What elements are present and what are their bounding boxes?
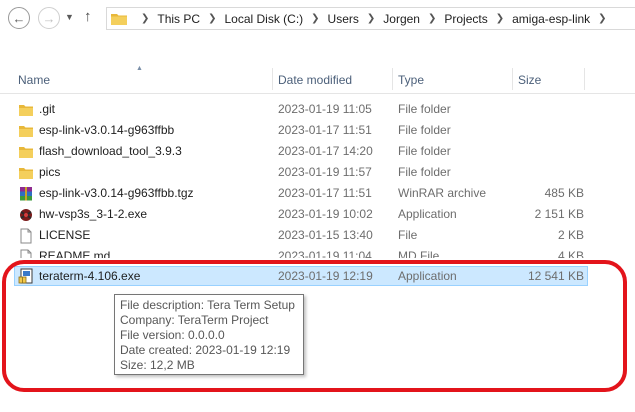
arrow-right-icon: → — [42, 10, 56, 26]
chevron-right-icon[interactable]: ❯ — [141, 13, 149, 24]
file-size: 12 541 KB — [527, 269, 584, 283]
file-date: 2023-01-19 10:02 — [278, 207, 373, 221]
chevron-right-icon[interactable]: ❯ — [208, 13, 216, 24]
breadcrumb[interactable]: ❯ This PC ❯ Local Disk (C:) ❯ Users ❯ Jo… — [106, 7, 635, 30]
file-size: 2 KB — [557, 228, 584, 242]
winrar-archive-icon — [20, 187, 32, 201]
chevron-right-icon[interactable]: ❯ — [428, 13, 436, 24]
file-icon — [20, 228, 32, 244]
file-row-teraterm-selected[interactable]: teraterm-4.106.exe 2023-01-19 12:19 Appl… — [14, 266, 588, 286]
folder-icon — [19, 126, 33, 137]
file-type: File folder — [398, 165, 451, 179]
file-type: MD File — [398, 249, 440, 258]
file-list: .git 2023-01-19 11:05 File folder esp-li… — [0, 99, 635, 286]
folder-icon — [111, 13, 127, 25]
folder-icon — [19, 168, 33, 179]
back-button[interactable]: ← — [8, 7, 30, 29]
file-name: hw-vsp3s_3-1-2.exe — [39, 207, 148, 221]
arrow-up-icon: ↑ — [84, 8, 92, 25]
file-type: Application — [398, 207, 457, 221]
file-date: 2023-01-17 14:20 — [278, 144, 373, 158]
tooltip-file-description: File description: Tera Term Setup — [120, 298, 295, 312]
folder-icon — [19, 105, 33, 116]
arrow-left-icon: ← — [12, 10, 26, 26]
file-date: 2023-01-19 11:05 — [278, 102, 372, 116]
breadcrumb-projects[interactable]: Projects — [444, 12, 487, 26]
chevron-right-icon[interactable]: ❯ — [367, 13, 375, 24]
breadcrumb-users[interactable]: Users — [328, 12, 359, 26]
breadcrumb-local-disk[interactable]: Local Disk (C:) — [224, 12, 303, 26]
file-type: WinRAR archive — [398, 186, 487, 200]
file-row-flash-download-tool[interactable]: flash_download_tool_3.9.3 2023-01-17 14:… — [0, 141, 635, 162]
file-name: pics — [39, 165, 61, 179]
tooltip-date-created: Date created: 2023-01-19 12:19 — [120, 343, 291, 357]
file-type: Application — [398, 269, 457, 283]
chevron-right-icon[interactable]: ❯ — [496, 13, 504, 24]
column-header-type[interactable]: Type — [398, 64, 424, 94]
chevron-right-icon[interactable]: ❯ — [598, 13, 606, 24]
file-row-esp-link-folder[interactable]: esp-link-v3.0.14-g963ffbb 2023-01-17 11:… — [0, 120, 635, 141]
column-divider[interactable] — [392, 68, 393, 90]
file-info-tooltip: File description: Tera Term Setup Compan… — [114, 294, 304, 375]
file-name: .git — [39, 102, 56, 116]
recent-locations-chevron-icon[interactable]: ▼ — [65, 12, 74, 22]
tooltip-file-version: File version: 0.0.0.0 — [120, 328, 225, 342]
address-bar: ← → ▼ ↑ ❯ This PC ❯ Local Disk (C:) ❯ Us… — [0, 0, 635, 38]
file-name: esp-link-v3.0.14-g963ffbb — [39, 123, 175, 137]
file-type: File folder — [398, 144, 451, 158]
column-divider[interactable] — [272, 68, 273, 90]
file-type: File folder — [398, 102, 451, 116]
file-row-esp-link-tgz[interactable]: esp-link-v3.0.14-g963ffbb.tgz 2023-01-17… — [0, 183, 635, 204]
column-divider[interactable] — [512, 68, 513, 90]
installer-icon — [18, 268, 33, 284]
file-date: 2023-01-17 11:51 — [278, 123, 372, 137]
folder-icon — [19, 147, 33, 158]
breadcrumb-this-pc[interactable]: This PC — [157, 12, 200, 26]
file-name: esp-link-v3.0.14-g963ffbb.tgz — [39, 186, 194, 200]
breadcrumb-jorgen[interactable]: Jorgen — [383, 12, 420, 26]
file-type: File folder — [398, 123, 451, 137]
file-date: 2023-01-19 11:57 — [278, 165, 372, 179]
file-row-readme[interactable]: README.md 2023-01-19 11:04 MD File 4 KB — [0, 246, 635, 258]
tooltip-size: Size: 12,2 MB — [120, 358, 195, 372]
file-date: 2023-01-15 13:40 — [278, 228, 373, 242]
file-date: 2023-01-17 11:51 — [278, 186, 372, 200]
file-icon — [20, 249, 32, 258]
file-type: File — [398, 228, 418, 242]
application-icon — [20, 209, 32, 221]
file-name: teraterm-4.106.exe — [39, 269, 141, 283]
column-divider[interactable] — [584, 68, 585, 90]
column-header-size[interactable]: Size — [518, 64, 541, 94]
column-header-row: ▲ Name Date modified Type Size — [0, 64, 635, 94]
column-header-date-modified[interactable]: Date modified — [278, 64, 352, 94]
file-date: 2023-01-19 12:19 — [278, 269, 373, 283]
file-date: 2023-01-19 11:04 — [278, 249, 372, 258]
toolbar-spacer — [0, 38, 635, 64]
file-name: README.md — [39, 249, 111, 258]
file-size: 4 KB — [557, 249, 584, 258]
file-name: flash_download_tool_3.9.3 — [39, 144, 182, 158]
file-size: 2 151 KB — [534, 207, 584, 221]
breadcrumb-amiga-esp-link[interactable]: amiga-esp-link — [512, 12, 590, 26]
sort-ascending-icon: ▲ — [136, 65, 143, 72]
file-row-license[interactable]: LICENSE 2023-01-15 13:40 File 2 KB — [0, 225, 635, 246]
file-row-pics[interactable]: pics 2023-01-19 11:57 File folder — [0, 162, 635, 183]
forward-button[interactable]: → — [38, 7, 60, 29]
file-row-git[interactable]: .git 2023-01-19 11:05 File folder — [0, 99, 635, 120]
tooltip-company: Company: TeraTerm Project — [120, 313, 269, 327]
file-name: LICENSE — [39, 228, 91, 242]
chevron-right-icon[interactable]: ❯ — [311, 13, 319, 24]
file-row-hw-vsp3s[interactable]: hw-vsp3s_3-1-2.exe 2023-01-19 10:02 Appl… — [0, 204, 635, 225]
file-size: 485 KB — [544, 186, 584, 200]
column-header-name[interactable]: Name — [18, 64, 50, 94]
up-button[interactable]: ↑ — [84, 9, 92, 24]
